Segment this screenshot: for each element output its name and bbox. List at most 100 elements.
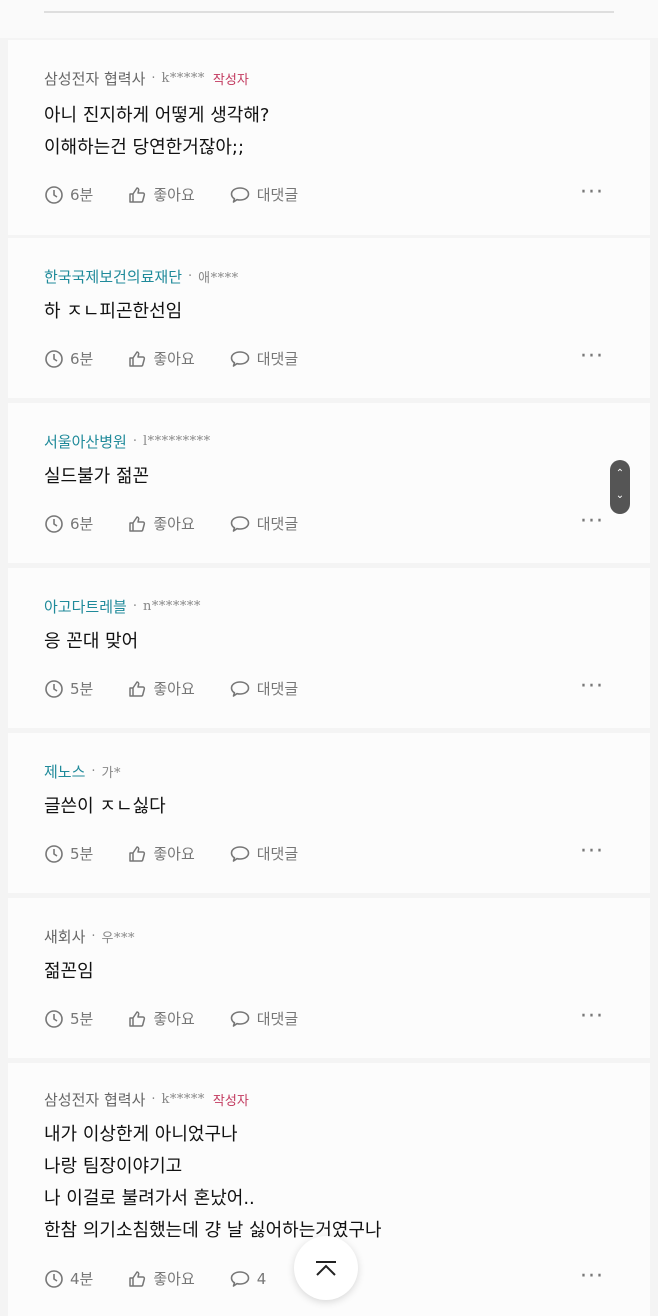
clock-icon — [45, 844, 63, 863]
more-icon[interactable]: ··· — [580, 509, 604, 534]
reply-button[interactable]: 대댓글 — [229, 1008, 298, 1029]
comment-actions: 6분 좋아요 대댓글 — [44, 348, 332, 369]
reply-button[interactable]: 대댓글 — [229, 348, 298, 369]
like-button[interactable]: 좋아요 — [127, 843, 195, 864]
company-name[interactable]: 삼성전자 협력사 — [44, 1089, 145, 1110]
comment-text: 실드불가 젊꼰 — [44, 461, 149, 493]
separator-dot: · — [188, 269, 193, 284]
separator-dot: · — [91, 929, 96, 944]
comment-line: 나 이걸로 불려가서 혼났어.. — [44, 1188, 255, 1209]
user-name: 우*** — [101, 931, 136, 946]
reply-label: 대댓글 — [256, 350, 299, 368]
scroll-up-icon: ⌃ — [615, 468, 625, 479]
comment-line: 아니 진지하게 어떻게 생각해? — [44, 105, 270, 126]
user-name: k***** — [161, 71, 205, 86]
user-name: k***** — [161, 1092, 205, 1107]
company-name[interactable]: 새회사 — [44, 926, 85, 947]
company-name[interactable]: 서울아산병원 — [44, 431, 127, 452]
thumbs-up-icon — [129, 515, 146, 532]
comment-line: 하 ㅈㄴ피곤한선임 — [44, 301, 183, 322]
speech-bubble-icon — [230, 515, 250, 532]
speech-bubble-icon — [230, 845, 250, 862]
speech-bubble-icon — [230, 1270, 250, 1287]
reply-button[interactable]: 대댓글 — [229, 184, 298, 205]
like-label: 좋아요 — [153, 845, 195, 863]
time-label: 5분 — [70, 1010, 94, 1028]
reply-label: 대댓글 — [256, 1010, 299, 1028]
comment-meta: 삼성전자 협력사 · k***** 작성자 — [44, 68, 249, 89]
like-label: 좋아요 — [153, 515, 195, 533]
clock-icon — [45, 514, 63, 533]
reply-label: 대댓글 — [256, 186, 299, 204]
comment-text: 하 ㅈㄴ피곤한선임 — [44, 296, 182, 328]
comment-line: 이해하는건 당연한거잖아;; — [44, 137, 245, 158]
comment-line: 나랑 팀장이야기고 — [44, 1156, 183, 1177]
company-name[interactable]: 아고다트레블 — [44, 596, 127, 617]
thumbs-up-icon — [129, 350, 146, 367]
more-icon[interactable]: ··· — [580, 839, 604, 864]
comment-text: 젊꼰임 — [44, 956, 94, 988]
scroll-top-button[interactable] — [294, 1236, 358, 1300]
separator-dot: · — [151, 71, 156, 86]
like-label: 좋아요 — [153, 1010, 195, 1028]
comment-item: 아고다트레블 · n******* 응 꼰대 맞어 5분 좋아요 대댓글 ··· — [8, 568, 650, 728]
like-label: 좋아요 — [153, 186, 195, 204]
comment-line: 실드불가 젊꼰 — [44, 466, 150, 487]
speech-bubble-icon — [230, 1010, 250, 1027]
scroll-handle[interactable]: ⌃ ⌄ — [610, 460, 630, 514]
like-label: 좋아요 — [153, 1270, 195, 1288]
comment-meta: 서울아산병원 · l********* — [44, 431, 211, 452]
time-label: 5분 — [70, 680, 94, 698]
time-label: 5분 — [70, 845, 94, 863]
company-name[interactable]: 제노스 — [44, 761, 85, 782]
reply-button[interactable]: 4 — [229, 1269, 267, 1289]
clock-icon — [45, 1269, 63, 1288]
thumbs-up-icon — [129, 845, 146, 862]
reply-button[interactable]: 대댓글 — [229, 843, 298, 864]
time-stamp: 4분 — [44, 1268, 93, 1289]
speech-bubble-icon — [230, 680, 250, 697]
comment-meta: 아고다트레블 · n******* — [44, 596, 201, 617]
like-button[interactable]: 좋아요 — [127, 1008, 195, 1029]
speech-bubble-icon — [230, 186, 250, 203]
time-label: 6분 — [70, 350, 94, 368]
like-button[interactable]: 좋아요 — [127, 1268, 195, 1289]
comment-actions: 4분 좋아요 4 — [44, 1268, 300, 1289]
like-label: 좋아요 — [153, 350, 195, 368]
separator-dot: · — [151, 1092, 156, 1107]
comment-item: 삼성전자 협력사 · k***** 작성자 아니 진지하게 어떻게 생각해? 이… — [8, 40, 650, 235]
user-name: l********* — [142, 434, 211, 449]
comment-actions: 6분 좋아요 대댓글 — [44, 513, 332, 534]
time-stamp: 5분 — [44, 1008, 93, 1029]
more-icon[interactable]: ··· — [580, 674, 604, 699]
thumbs-up-icon — [129, 1270, 146, 1287]
like-label: 좋아요 — [153, 680, 195, 698]
scroll-down-icon: ⌄ — [615, 490, 625, 501]
user-name: 가* — [101, 766, 122, 781]
more-icon[interactable]: ··· — [580, 1264, 604, 1289]
company-name[interactable]: 한국국제보건의료재단 — [44, 266, 182, 287]
comment-text: 글쓴이 ㅈㄴ싫다 — [44, 791, 166, 823]
like-button[interactable]: 좋아요 — [127, 184, 195, 205]
time-stamp: 6분 — [44, 348, 93, 369]
more-icon[interactable]: ··· — [580, 180, 604, 205]
more-icon[interactable]: ··· — [580, 344, 604, 369]
reply-count: 4 — [256, 1269, 267, 1288]
reply-label: 대댓글 — [256, 845, 299, 863]
thumbs-up-icon — [129, 186, 146, 203]
reply-button[interactable]: 대댓글 — [229, 678, 298, 699]
speech-bubble-icon — [230, 350, 250, 367]
like-button[interactable]: 좋아요 — [127, 348, 195, 369]
reply-button[interactable]: 대댓글 — [229, 513, 298, 534]
top-divider — [44, 11, 614, 13]
comment-item: 한국국제보건의료재단 · 애**** 하 ㅈㄴ피곤한선임 6분 좋아요 대댓글 … — [8, 238, 650, 398]
comment-meta: 삼성전자 협력사 · k***** 작성자 — [44, 1089, 249, 1110]
user-name: n******* — [142, 599, 201, 614]
reply-label: 대댓글 — [256, 680, 299, 698]
more-icon[interactable]: ··· — [580, 1004, 604, 1029]
comment-meta: 제노스 · 가* — [44, 761, 121, 782]
like-button[interactable]: 좋아요 — [127, 678, 195, 699]
time-label: 6분 — [70, 186, 94, 204]
company-name[interactable]: 삼성전자 협력사 — [44, 68, 145, 89]
like-button[interactable]: 좋아요 — [127, 513, 195, 534]
